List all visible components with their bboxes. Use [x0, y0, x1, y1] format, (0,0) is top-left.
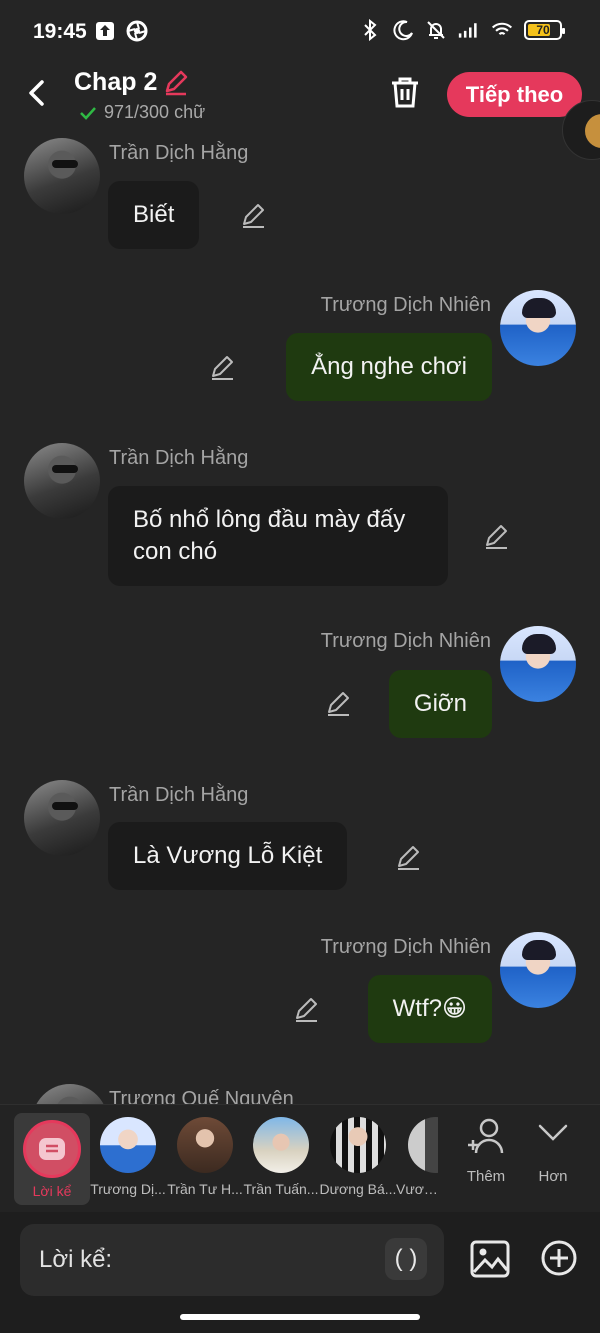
status-bar: 19:45 70	[0, 0, 600, 62]
wifi-icon	[491, 19, 513, 41]
character-avatar	[253, 1117, 309, 1173]
chapter-title[interactable]: Chap 2	[74, 68, 157, 97]
add-plus-icon[interactable]	[540, 1239, 578, 1277]
character-avatar	[408, 1117, 438, 1173]
sender-name: Trần Dịch Hằng	[109, 447, 249, 469]
sender-name: Trương Dịch Nhiên	[320, 936, 491, 958]
more-label: Hơn	[538, 1168, 568, 1185]
upload-box-icon	[94, 20, 116, 42]
message-bubble[interactable]: Biết	[108, 181, 200, 249]
status-time: 19:45	[33, 20, 87, 43]
chapter-header: Chap 2 971/300 chữ Tiếp theo	[0, 62, 600, 132]
home-indicator	[180, 1314, 420, 1320]
moon-icon	[392, 19, 414, 41]
avatar-tran-dich-hang[interactable]	[24, 443, 100, 519]
word-count: 971/300 chữ	[80, 102, 205, 123]
narrator-chat-icon	[23, 1120, 81, 1178]
sender-name: Trương Quế Nguyên	[109, 1088, 294, 1104]
sender-name: Trương Dịch Nhiên	[320, 294, 491, 316]
avatar-tran-dich-hang[interactable]	[24, 780, 100, 856]
chat-area[interactable]: Trần Dịch Hằng Biết Trương Dịch Nhiên Ẳn…	[0, 132, 600, 1104]
character-chip[interactable]: Dương Bá...	[319, 1117, 397, 1197]
sender-name: Trần Dịch Hằng	[109, 784, 249, 806]
message-bubble[interactable]: Ẳng nghe chơi	[286, 333, 492, 401]
add-label: Thêm	[466, 1168, 506, 1185]
message-bubble[interactable]: Wtf?😀	[367, 975, 492, 1043]
character-name: Vương	[396, 1181, 438, 1197]
character-chip[interactable]: Trần Tuấn...	[242, 1117, 320, 1197]
add-character-button[interactable]: Thêm	[456, 1117, 516, 1185]
input-bar: Lời kể: ( )	[0, 1212, 600, 1333]
trash-icon[interactable]	[388, 75, 422, 109]
battery-icon: 70	[524, 20, 565, 40]
aperture-icon	[126, 20, 148, 42]
avatar-truong-dich-nhien[interactable]	[500, 932, 576, 1008]
narrator-label: Lời kể	[32, 1183, 72, 1199]
parentheses-button[interactable]: ( )	[385, 1238, 427, 1280]
edit-title-pencil-icon[interactable]	[162, 68, 190, 96]
edit-message-icon[interactable]	[208, 354, 236, 382]
character-name: Trần Tuấn...	[243, 1181, 319, 1197]
battery-level: 70	[536, 23, 550, 37]
narration-input[interactable]: Lời kể: ( )	[20, 1224, 444, 1296]
avatar-tran-dich-hang[interactable]	[24, 138, 100, 214]
sender-name: Trần Dịch Hằng	[109, 142, 249, 164]
bell-off-icon	[425, 19, 447, 41]
message-bubble[interactable]: Giỡn	[388, 670, 492, 738]
next-chapter-button[interactable]: Tiếp theo	[447, 72, 582, 117]
character-avatar	[177, 1117, 233, 1173]
back-arrow-icon[interactable]	[22, 78, 52, 108]
character-name: Dương Bá...	[319, 1181, 397, 1197]
edit-message-icon[interactable]	[482, 523, 510, 551]
more-button[interactable]: Hơn	[523, 1117, 583, 1185]
word-count-text: 971/300 chữ	[104, 102, 206, 122]
signal-icon	[458, 19, 480, 41]
avatar-truong-que-nguyen[interactable]	[32, 1084, 108, 1104]
edit-message-icon[interactable]	[394, 844, 422, 872]
edit-message-icon[interactable]	[292, 996, 320, 1024]
character-chip[interactable]: Trần Tư H...	[166, 1117, 244, 1197]
edit-message-icon[interactable]	[239, 202, 267, 230]
message-bubble[interactable]: Bố nhổ lông đầu mày đấy con chó	[108, 486, 448, 586]
message-bubble[interactable]: Là Vương Lỗ Kiệt	[108, 822, 348, 890]
image-icon[interactable]	[470, 1239, 510, 1279]
check-icon	[80, 106, 96, 120]
narrator-button[interactable]: Lời kể	[14, 1113, 90, 1205]
add-person-icon	[468, 1118, 504, 1154]
character-name: Trương Dị...	[90, 1181, 166, 1197]
character-avatar	[330, 1117, 386, 1173]
avatar-truong-dich-nhien[interactable]	[500, 290, 576, 366]
status-icons-left	[94, 20, 148, 42]
sender-name: Trương Dịch Nhiên	[320, 630, 491, 652]
bluetooth-icon	[359, 19, 381, 41]
chevron-down-icon	[538, 1124, 568, 1141]
character-selector-bar: Lời kể Trương Dị... Trần Tư H... Trần Tu…	[0, 1104, 600, 1212]
avatar-truong-dich-nhien[interactable]	[500, 626, 576, 702]
character-chip[interactable]: Trương Dị...	[89, 1117, 167, 1197]
character-name: Trần Tư H...	[167, 1181, 243, 1197]
edit-message-icon[interactable]	[324, 690, 352, 718]
character-avatar	[100, 1117, 156, 1173]
input-label: Lời kể:	[39, 1246, 113, 1273]
status-icons-right: 70	[359, 19, 565, 41]
character-chip[interactable]: Vương	[396, 1117, 438, 1197]
